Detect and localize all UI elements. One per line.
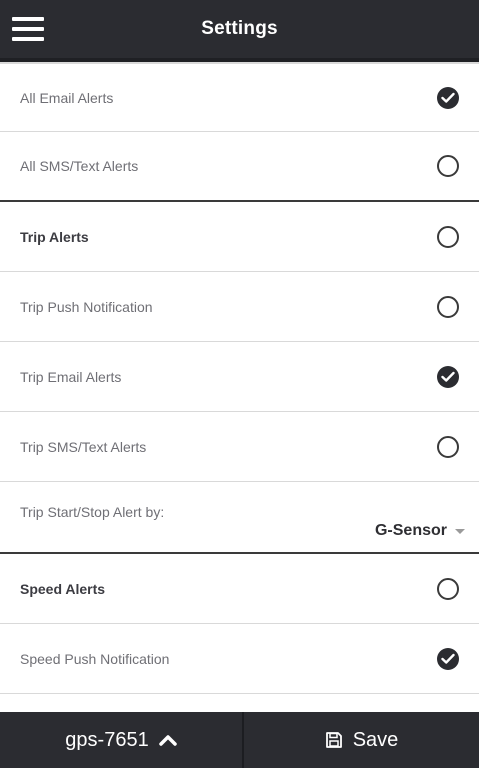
setting-row-all-sms-alerts[interactable]: All SMS/Text Alerts [0, 132, 479, 202]
device-selector-button[interactable]: gps-7651 [0, 712, 244, 768]
setting-row-speed-alerts[interactable]: Speed Alerts [0, 554, 479, 624]
setting-label: Speed Push Notification [20, 650, 170, 667]
chevron-down-icon [455, 528, 465, 534]
chevron-up-icon [158, 735, 177, 746]
setting-row-trip-sms-alerts[interactable]: Trip SMS/Text Alerts [0, 412, 479, 482]
setting-row-trip-email-alerts[interactable]: Trip Email Alerts [0, 342, 479, 412]
unchecked-icon[interactable] [437, 155, 459, 177]
unchecked-icon[interactable] [437, 295, 459, 318]
bottom-bar: gps-7651 Save [0, 712, 479, 768]
device-name: gps-7651 [65, 728, 149, 751]
checked-icon[interactable] [437, 647, 459, 670]
page-title: Settings [201, 18, 278, 39]
checked-icon[interactable] [437, 86, 459, 109]
setting-label: Trip Start/Stop Alert by: [20, 504, 165, 520]
setting-row-speed-push-notification[interactable]: Speed Push Notification [0, 624, 479, 694]
dropdown-value: G-Sensor [374, 522, 447, 539]
setting-label: All Email Alerts [20, 89, 114, 106]
top-bar: Settings [0, 0, 479, 62]
setting-row-trip-start-stop: Trip Start/Stop Alert by: G-Sensor [0, 482, 479, 554]
unchecked-icon[interactable] [437, 225, 459, 248]
section-label: Speed Alerts [20, 580, 106, 597]
setting-row-trip-push-notification[interactable]: Trip Push Notification [0, 272, 479, 342]
hamburger-menu-icon[interactable] [12, 14, 48, 46]
setting-label: All SMS/Text Alerts [20, 158, 139, 174]
alert-source-dropdown[interactable]: G-Sensor [375, 522, 465, 540]
save-label: Save [352, 728, 399, 751]
checked-icon[interactable] [437, 365, 459, 388]
setting-label: Trip SMS/Text Alerts [20, 438, 147, 455]
unchecked-icon[interactable] [437, 577, 459, 600]
section-label: Trip Alerts [20, 228, 89, 245]
setting-row-all-email-alerts[interactable]: All Email Alerts [0, 62, 479, 132]
floppy-disk-icon [325, 732, 342, 748]
unchecked-icon[interactable] [437, 435, 459, 458]
settings-screen: Settings All Email Alerts All SMS/Text A… [0, 0, 479, 768]
setting-row-trip-alerts[interactable]: Trip Alerts [0, 202, 479, 272]
setting-label: Trip Email Alerts [20, 368, 122, 385]
setting-label: Trip Push Notification [20, 298, 153, 315]
settings-list: All Email Alerts All SMS/Text Alerts Tri… [0, 62, 479, 694]
save-button[interactable]: Save [244, 712, 479, 768]
